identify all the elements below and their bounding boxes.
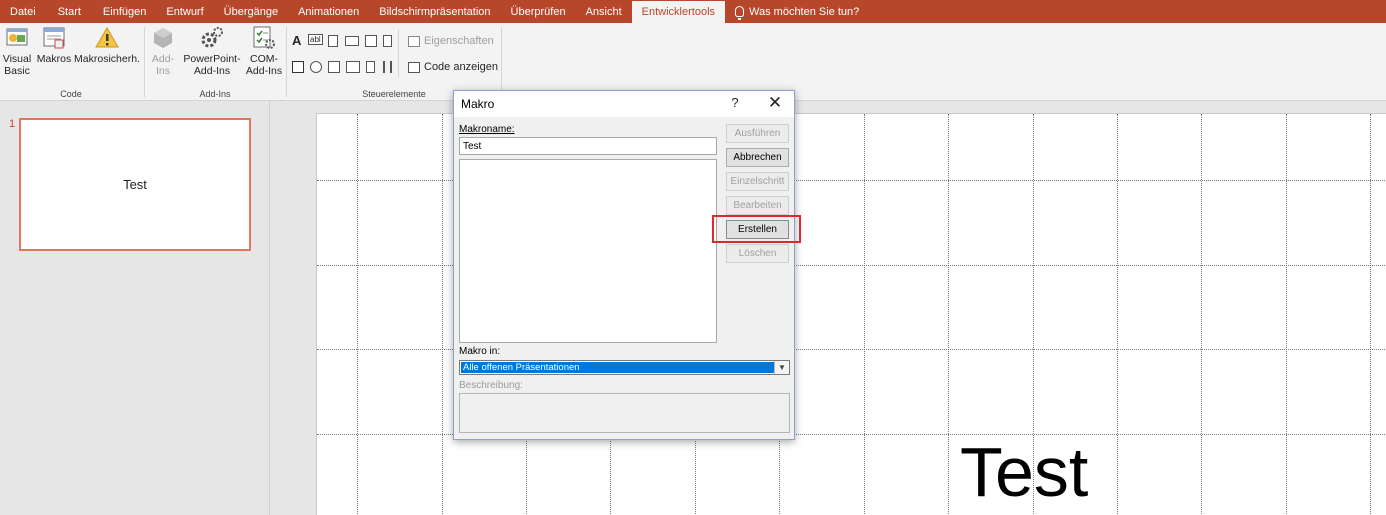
macro-name-label: Makroname: bbox=[459, 124, 515, 135]
macro-security-label: Makrosicherh. bbox=[74, 53, 140, 65]
dialog-title-bar[interactable]: Makro ? ✕ bbox=[454, 91, 794, 117]
cancel-button[interactable]: Abbrechen bbox=[726, 148, 789, 167]
image-control-icon[interactable] bbox=[365, 35, 377, 47]
description-field bbox=[459, 393, 790, 433]
help-button[interactable]: ? bbox=[728, 95, 742, 110]
group-separator bbox=[286, 27, 287, 97]
slide-thumbnail-text: Test bbox=[123, 177, 147, 192]
group-code: Visual Basic Makros Makrosicherh. Code bbox=[0, 23, 142, 101]
grid-line bbox=[1117, 114, 1118, 515]
description-label: Beschreibung: bbox=[459, 380, 523, 391]
tab-entwicklertools[interactable]: Entwicklertools bbox=[631, 1, 726, 23]
com-addins-icon bbox=[253, 26, 275, 49]
grid-line bbox=[948, 114, 949, 515]
warning-icon bbox=[95, 27, 119, 48]
tell-me-search[interactable]: Was möchten Sie tun? bbox=[725, 0, 869, 23]
scrollbar-control-icon[interactable] bbox=[366, 61, 375, 73]
grid-line bbox=[1201, 114, 1202, 515]
tab-animationen[interactable]: Animationen bbox=[288, 0, 369, 23]
group-code-caption: Code bbox=[60, 89, 82, 99]
visual-basic-button[interactable]: Visual Basic bbox=[2, 25, 32, 77]
view-code-button[interactable]: Code anzeigen bbox=[408, 61, 498, 73]
tab-ueberpruefen[interactable]: Überprüfen bbox=[501, 0, 576, 23]
powerpoint-addins-label: PowerPoint-Add-Ins bbox=[183, 53, 241, 77]
tools-control-icon[interactable] bbox=[383, 61, 392, 73]
checkbox-control-icon[interactable] bbox=[292, 61, 304, 73]
edit-button[interactable]: Bearbeiten bbox=[726, 196, 789, 215]
grid-line bbox=[442, 114, 443, 515]
slide-thumbnail[interactable]: Test bbox=[19, 118, 251, 251]
grid-line bbox=[1370, 114, 1371, 515]
slide-text[interactable]: Test bbox=[960, 432, 1088, 512]
macros-label: Makros bbox=[36, 53, 72, 65]
combobox-control-icon[interactable] bbox=[346, 61, 360, 73]
tab-datei[interactable]: Datei bbox=[0, 0, 46, 23]
group-addins: Add-Ins PowerPoint-Add-Ins COM-Add-Ins A… bbox=[146, 23, 284, 101]
properties-label: Eigenschaften bbox=[424, 35, 494, 47]
chevron-down-icon[interactable]: ▼ bbox=[774, 361, 789, 374]
ribbon-tab-bar: Datei Start Einfügen Entwurf Übergänge A… bbox=[0, 0, 1386, 23]
lightbulb-icon bbox=[735, 6, 745, 20]
macro-in-label: Makro in: bbox=[459, 346, 501, 357]
properties-button[interactable]: Eigenschaften bbox=[408, 35, 494, 47]
group-separator bbox=[144, 27, 145, 97]
powerpoint-addins-button[interactable]: PowerPoint-Add-Ins bbox=[182, 25, 242, 77]
visual-basic-icon bbox=[6, 28, 28, 46]
addins-icon bbox=[154, 28, 172, 48]
visual-basic-label: Visual Basic bbox=[2, 53, 32, 77]
group-inner-separator bbox=[398, 29, 399, 77]
view-code-icon bbox=[408, 61, 420, 73]
tab-entwurf[interactable]: Entwurf bbox=[156, 0, 213, 23]
slide-number: 1 bbox=[9, 118, 16, 130]
more-controls-icon[interactable] bbox=[383, 35, 392, 47]
tab-uebergaenge[interactable]: Übergänge bbox=[214, 0, 288, 23]
group-addins-caption: Add-Ins bbox=[199, 89, 231, 99]
step-button[interactable]: Einzelschritt bbox=[726, 172, 789, 191]
delete-button[interactable]: Löschen bbox=[726, 244, 789, 263]
macro-security-button[interactable]: Makrosicherh. bbox=[74, 25, 140, 65]
radio-control-icon[interactable] bbox=[310, 61, 322, 73]
addins-label: Add-Ins bbox=[151, 53, 175, 77]
view-code-label: Code anzeigen bbox=[424, 61, 499, 73]
properties-icon bbox=[408, 35, 420, 47]
macro-list[interactable] bbox=[459, 159, 717, 343]
grid-line bbox=[1286, 114, 1287, 515]
macro-dialog: Makro ? ✕ Makroname: Makro in: Alle offe… bbox=[453, 90, 801, 440]
tell-me-text: Was möchten Sie tun? bbox=[749, 5, 860, 18]
gear-icon bbox=[201, 27, 223, 48]
macro-name-input[interactable] bbox=[459, 137, 717, 155]
grid-line bbox=[864, 114, 865, 515]
macros-button[interactable]: Makros bbox=[35, 25, 73, 65]
com-addins-button[interactable]: COM-Add-Ins bbox=[244, 25, 284, 77]
com-addins-label: COM-Add-Ins bbox=[245, 53, 283, 77]
label-control-icon[interactable]: A bbox=[292, 33, 301, 48]
macro-in-value: Alle offenen Präsentationen bbox=[461, 362, 774, 373]
create-button-highlight bbox=[712, 215, 801, 243]
tab-einfuegen[interactable]: Einfügen bbox=[93, 0, 156, 23]
macro-in-select[interactable]: Alle offenen Präsentationen ▼ bbox=[459, 360, 790, 375]
grid-line bbox=[357, 114, 358, 515]
frame-control-icon[interactable] bbox=[345, 36, 359, 46]
tab-bildschirmpraesentation[interactable]: Bildschirmpräsentation bbox=[369, 0, 500, 23]
tab-ansicht[interactable]: Ansicht bbox=[576, 0, 632, 23]
dialog-title: Makro bbox=[461, 97, 495, 111]
run-button[interactable]: Ausführen bbox=[726, 124, 789, 143]
slides-pane: 1 Test bbox=[0, 102, 270, 515]
spin-control-icon[interactable] bbox=[328, 35, 338, 47]
addins-button[interactable]: Add-Ins bbox=[148, 25, 178, 77]
textbox-control-icon[interactable]: abl bbox=[308, 34, 323, 45]
tab-start[interactable]: Start bbox=[46, 0, 93, 23]
macros-icon bbox=[43, 27, 65, 49]
group-separator bbox=[501, 27, 502, 97]
close-button[interactable]: ✕ bbox=[757, 91, 793, 117]
listbox-control-icon[interactable] bbox=[328, 61, 340, 73]
